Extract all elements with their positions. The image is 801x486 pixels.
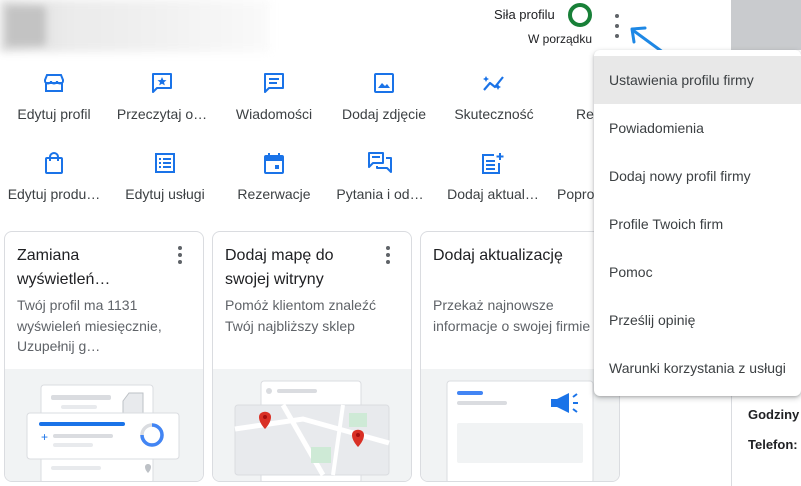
action-label: Edytuj usługi	[125, 186, 205, 202]
action-add-update[interactable]: Dodaj aktual…	[433, 151, 553, 202]
message-icon	[263, 71, 285, 95]
action-label: Skuteczność	[454, 106, 534, 122]
action-label: Wiadomości	[235, 106, 313, 122]
card-views-conversion[interactable]: Zamiana wyświetleń… Twój profil ma 1131 …	[4, 231, 204, 482]
card-description: Twój profil ma 1131 wyświeleń miesięczni…	[17, 297, 162, 354]
card-title: Dodaj aktualizację	[433, 247, 563, 264]
menu-item-profile-settings[interactable]: Ustawienia profilu firmy	[594, 56, 801, 104]
menu-item-notifications[interactable]: Powiadomienia	[594, 104, 801, 152]
profile-strength-status: W porządku	[528, 32, 593, 46]
action-edit-products[interactable]: Edytuj produ…	[0, 151, 114, 202]
qa-icon	[368, 151, 392, 175]
action-label: Rezerwacje	[237, 186, 311, 202]
card-add-map[interactable]: Dodaj mapę do swojej witryny Pomóż klien…	[212, 231, 412, 482]
action-questions-answers[interactable]: Pytania i od…	[320, 151, 440, 202]
menu-item-help[interactable]: Pomoc	[594, 248, 801, 296]
card-illustration-post	[421, 369, 619, 481]
action-messages[interactable]: Wiadomości	[214, 71, 334, 122]
profile-strength-ring-icon[interactable]	[568, 3, 592, 27]
action-label: Edytuj produ…	[7, 186, 101, 202]
post-add-icon	[482, 151, 504, 175]
action-label: Popro	[557, 186, 595, 202]
card-add-update[interactable]: Dodaj aktualizację Przekaż najnowsze inf…	[420, 231, 620, 482]
performance-icon	[482, 71, 506, 95]
action-label: Pytania i od…	[336, 186, 424, 202]
card-title: Zamiana wyświetleń…	[17, 247, 111, 288]
review-star-icon	[151, 71, 173, 95]
card-title: Dodaj mapę do swojej witryny	[225, 247, 334, 288]
svg-text:+: +	[41, 430, 48, 444]
menu-item-terms[interactable]: Warunki korzystania z usługi	[594, 344, 801, 392]
more-options-button[interactable]	[609, 14, 625, 38]
card-description: Przekaż najnowsze informacje o swojej fi…	[433, 297, 591, 334]
action-ads[interactable]: Re	[526, 71, 596, 122]
profile-strength-label: Siła profilu	[494, 7, 555, 22]
menu-item-feedback[interactable]: Prześlij opinię	[594, 296, 801, 344]
card-illustration-map	[213, 369, 411, 481]
business-avatar	[6, 6, 46, 46]
photo-icon	[374, 71, 394, 95]
services-list-icon	[155, 151, 175, 175]
card-more-button[interactable]	[385, 246, 391, 264]
action-request-reviews[interactable]: Popro	[540, 151, 596, 202]
action-label: Przeczytaj o…	[116, 106, 208, 122]
storefront-icon	[43, 71, 65, 95]
phone-label: Telefon:	[748, 437, 798, 452]
menu-item-your-profiles[interactable]: Profile Twoich firm	[594, 200, 801, 248]
card-illustration-profile: +	[5, 369, 203, 481]
calendar-icon	[264, 151, 284, 175]
profile-options-menu: Ustawienia profilu firmy Powiadomienia D…	[594, 50, 801, 396]
card-more-button[interactable]	[177, 246, 183, 264]
action-edit-services[interactable]: Edytuj usługi	[105, 151, 225, 202]
action-label: Edytuj profil	[17, 106, 91, 122]
side-panel-map-thumb	[731, 0, 801, 50]
action-label: Re	[576, 106, 594, 122]
shopping-bag-icon	[45, 151, 63, 175]
business-name-blurred	[0, 0, 270, 52]
action-read-reviews[interactable]: Przeczytaj o…	[102, 71, 222, 122]
menu-item-add-profile[interactable]: Dodaj nowy profil firmy	[594, 152, 801, 200]
action-label: Dodaj zdjęcie	[341, 106, 427, 122]
action-edit-profile[interactable]: Edytuj profil	[0, 71, 114, 122]
action-label: Dodaj aktual…	[447, 186, 539, 202]
action-add-photo[interactable]: Dodaj zdjęcie	[324, 71, 444, 122]
action-bookings[interactable]: Rezerwacje	[214, 151, 334, 202]
card-description: Pomóż klientom znaleźć Twój najbliższy s…	[225, 297, 376, 334]
hours-label: Godziny	[748, 407, 800, 422]
